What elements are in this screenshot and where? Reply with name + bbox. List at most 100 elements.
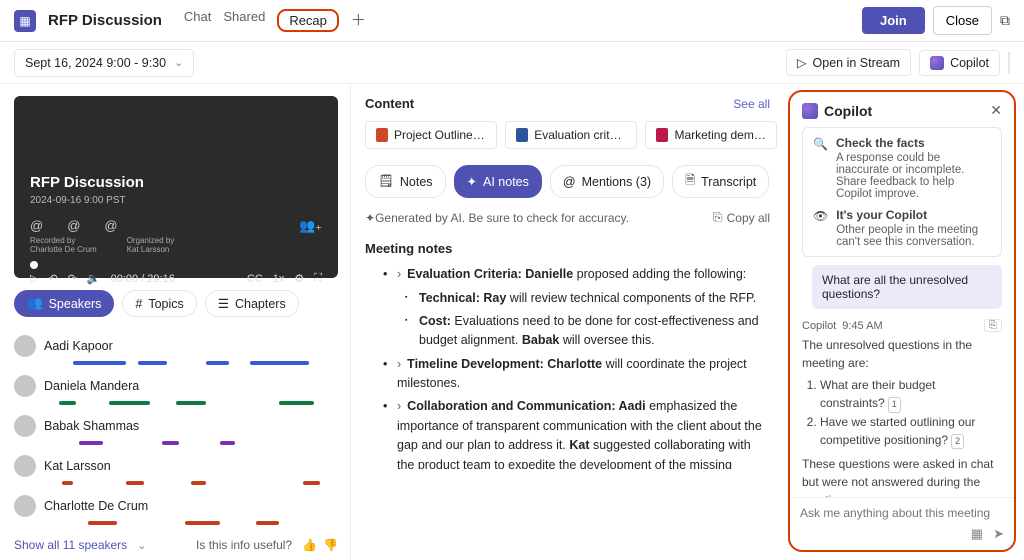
see-all-link[interactable]: See all	[733, 97, 770, 111]
meeting-title: RFP Discussion	[48, 12, 162, 29]
ai-notes-tab[interactable]: ✦AI notes	[454, 165, 542, 198]
skip-fwd-icon[interactable]: ↷	[68, 272, 77, 285]
copy-icon: ⎘	[713, 210, 723, 225]
volume-icon[interactable]: 🔈	[87, 272, 101, 285]
app-icon: ▦	[14, 10, 36, 32]
chevron-down-icon: ⌄	[137, 539, 146, 552]
at-icon: @	[104, 218, 117, 234]
content-file[interactable]: Project Outline Ro...	[365, 121, 497, 149]
avatar	[14, 495, 36, 517]
thumbs-up-icon[interactable]: 👍	[302, 538, 317, 552]
reference-badge[interactable]: 1	[888, 397, 901, 413]
copy-all-button[interactable]: ⎘ Copy all	[713, 210, 770, 225]
copilot-input[interactable]	[800, 506, 1004, 520]
speaker-row[interactable]: Babak Shammas	[14, 415, 338, 437]
note-subitem: Technical: Ray will review technical com…	[405, 289, 764, 308]
copy-all-label: Copy all	[727, 211, 770, 225]
timecode: 00:00 / 29:16	[111, 273, 175, 285]
speaker-timeline[interactable]	[44, 399, 338, 407]
settings-icon[interactable]: ⚙	[294, 272, 304, 285]
tab-chat[interactable]: Chat	[184, 9, 211, 32]
transcript-tab[interactable]: 🗎Transcript	[672, 165, 769, 198]
speaker-name: Aadi Kapoor	[44, 339, 113, 353]
join-button[interactable]: Join	[862, 7, 925, 34]
copilot-answer: The unresolved questions in the meeting …	[802, 336, 1002, 497]
fullscreen-icon[interactable]: ⛶	[314, 272, 322, 285]
tab-shared[interactable]: Shared	[223, 9, 265, 32]
topbar: ▦ RFP Discussion Chat Shared Recap ＋ Joi…	[0, 0, 1024, 42]
close-button[interactable]: Close	[933, 6, 992, 35]
transcript-icon: 🗎	[685, 171, 695, 192]
speaker-name: Kat Larsson	[44, 459, 111, 473]
sparkle-icon: ✦	[365, 211, 375, 225]
avatar	[14, 455, 36, 477]
speaker-timeline[interactable]	[44, 439, 338, 447]
speaker-timeline[interactable]	[44, 519, 338, 527]
topics-chip[interactable]: # Topics	[122, 290, 196, 317]
left-column: RFP Discussion 2024-09-16 9:00 PST @ @ @…	[0, 84, 350, 560]
tab-recap[interactable]: Recap	[277, 9, 339, 32]
date-picker[interactable]: Sept 16, 2024 9:00 - 9:30 ⌄	[14, 49, 194, 77]
send-icon[interactable]: ➤	[993, 526, 1004, 542]
at-icon: @	[67, 218, 80, 234]
prompt-grid-icon[interactable]: ▦	[971, 526, 983, 542]
speaker-row[interactable]: Aadi Kapoor	[14, 335, 338, 357]
speaker-timeline[interactable]	[44, 479, 338, 487]
video-title: RFP Discussion	[30, 174, 322, 191]
speaker-timeline[interactable]	[44, 359, 338, 367]
organized-by-label: Organized by	[127, 236, 175, 245]
play-icon[interactable]: ▷	[30, 272, 38, 285]
meeting-notes-title: Meeting notes	[365, 239, 764, 259]
meeting-notes: Meeting notes ›Evaluation Criteria: Dani…	[365, 239, 770, 469]
copilot-toolbar-button[interactable]: Copilot	[919, 50, 1000, 76]
notes-icon: 🗒	[378, 174, 394, 189]
speaker-row[interactable]: Charlotte De Crum	[14, 495, 338, 517]
personal-title: It's your Copilot	[836, 208, 991, 222]
copilot-panel: Copilot ✕ 🔍 Check the facts A response c…	[788, 90, 1016, 552]
note-item: ›Timeline Development: Charlotte will co…	[383, 355, 764, 394]
chapters-chip[interactable]: ☰ Chapters	[205, 290, 299, 317]
at-icon: @	[30, 218, 43, 234]
add-tab-icon[interactable]: ＋	[351, 9, 366, 32]
playback-speed[interactable]: 1x	[273, 273, 285, 285]
close-icon[interactable]: ✕	[990, 102, 1002, 119]
recorded-by: Charlotte De Crum	[30, 245, 97, 254]
personal-text: Other people in the meeting can't see th…	[836, 224, 991, 248]
speakers-chip-label: Speakers	[49, 297, 102, 311]
content-file[interactable]: Evaluation criteria...	[505, 121, 637, 149]
people-icon: 👥	[27, 296, 43, 311]
speaker-row[interactable]: Kat Larsson	[14, 455, 338, 477]
file-name: Evaluation criteria...	[534, 128, 626, 142]
content-file[interactable]: Marketing demo f...	[645, 121, 777, 149]
at-icon: @	[563, 175, 576, 189]
speaker-name: Charlotte De Crum	[44, 499, 148, 513]
topics-chip-label: Topics	[148, 297, 183, 311]
skip-back-icon[interactable]: ↶	[48, 272, 57, 285]
popout-icon[interactable]: ⧉	[1000, 12, 1010, 29]
date-label: Sept 16, 2024 9:00 - 9:30	[25, 56, 166, 70]
chapters-chip-label: Chapters	[235, 297, 286, 311]
reference-badge[interactable]: 2	[951, 434, 964, 450]
answer-intro: The unresolved questions in the meeting …	[802, 336, 1002, 372]
copy-icon[interactable]: ⎘	[984, 319, 1002, 332]
copilot-input-area: ▦ ➤	[790, 497, 1014, 550]
show-all-speakers-link[interactable]: Show all 11 speakers	[14, 538, 127, 552]
captions-icon[interactable]: CC	[247, 273, 263, 285]
video-player[interactable]: RFP Discussion 2024-09-16 9:00 PST @ @ @…	[14, 96, 338, 278]
open-stream-icon: ▷	[797, 55, 807, 70]
mentions-tab[interactable]: @Mentions (3)	[550, 165, 664, 198]
speaker-row[interactable]: Daniela Mandera	[14, 375, 338, 397]
magnifier-icon: 🔍	[813, 137, 828, 200]
user-question: What are all the unresolved questions?	[812, 265, 1002, 309]
speakers-chip[interactable]: 👥 Speakers	[14, 290, 114, 317]
open-in-stream-button[interactable]: ▷ Open in Stream	[786, 49, 911, 76]
notes-tab[interactable]: 🗒Notes	[365, 165, 446, 198]
copilot-toolbar-label: Copilot	[950, 56, 989, 70]
file-icon	[516, 128, 528, 142]
copilot-response-time: 9:45 AM	[842, 320, 882, 332]
copilot-icon	[802, 103, 818, 119]
copilot-response-name: Copilot	[802, 320, 836, 332]
people-icon: 👥₊	[299, 218, 322, 234]
hash-icon: #	[135, 297, 142, 311]
thumbs-down-icon[interactable]: 👎	[323, 538, 338, 552]
